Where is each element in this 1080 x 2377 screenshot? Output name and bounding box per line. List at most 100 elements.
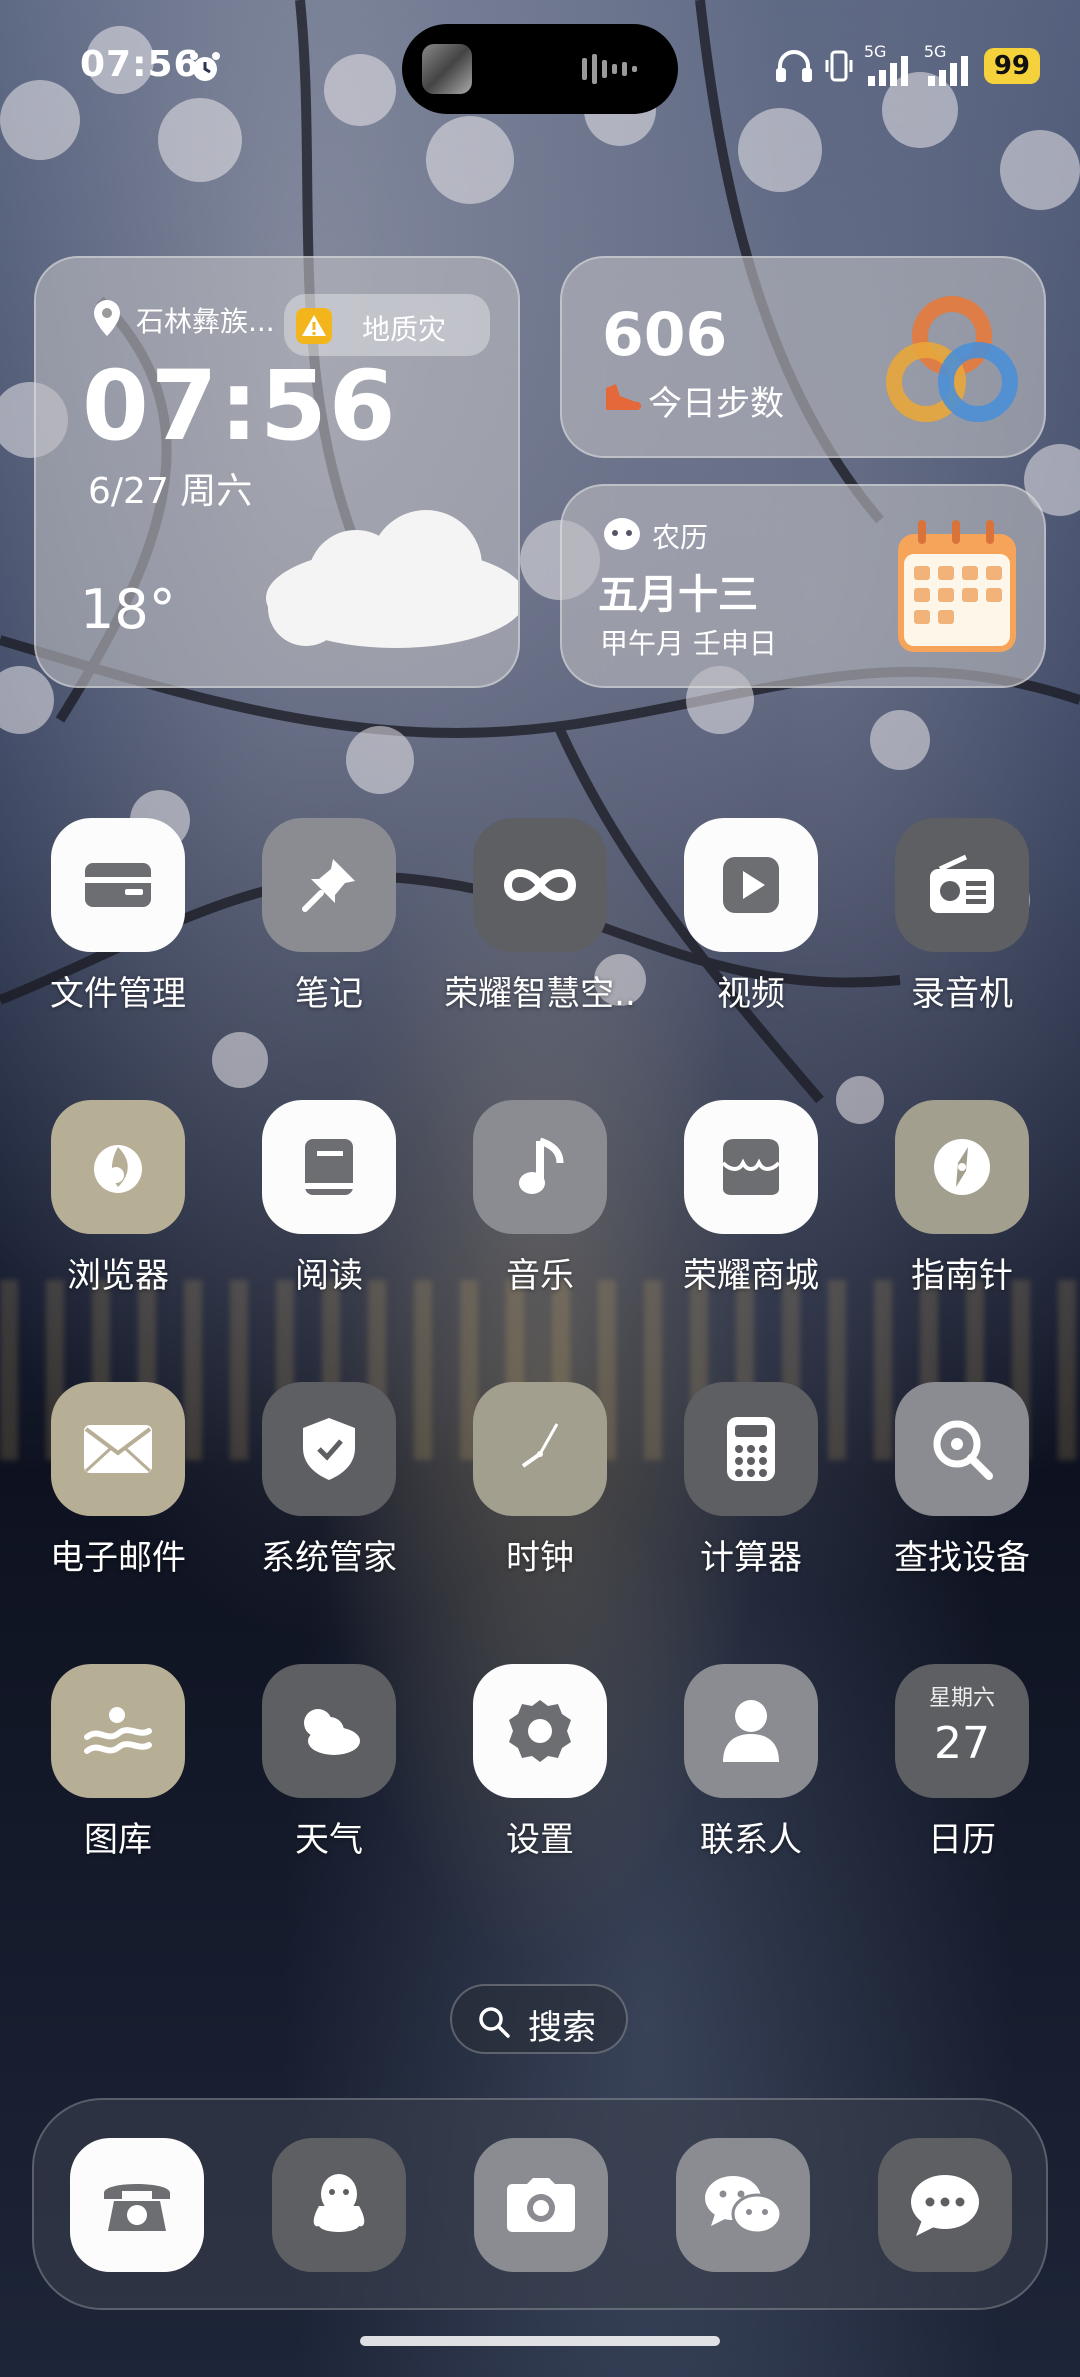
status-bar: 07:56 5G 5G 99 — [0, 0, 1080, 130]
compass-icon — [895, 1100, 1029, 1234]
app-video[interactable]: 视频 — [651, 818, 851, 1015]
search-icon — [479, 2007, 510, 2038]
signal-1: 5G — [864, 42, 914, 86]
calculator-icon — [684, 1382, 818, 1516]
calendar-icon: 星期六 27 — [895, 1664, 1029, 1798]
music-note-icon — [473, 1100, 607, 1234]
app-label: 查找设备 — [894, 1538, 1030, 1578]
infinity-icon — [473, 818, 607, 952]
app-label: 联系人 — [700, 1820, 802, 1860]
app-label: 荣耀智慧空.. — [444, 974, 636, 1014]
calendar-illustration-icon — [898, 520, 1016, 652]
pin-icon — [262, 818, 396, 952]
app-label: 音乐 — [506, 1256, 574, 1296]
lunar-calendar-widget[interactable]: 农历 五月十三 甲午月 壬申日 — [560, 484, 1046, 688]
app-label: 天气 — [295, 1820, 363, 1860]
activity-rings-icon — [886, 296, 1018, 422]
signal-bars-icon — [927, 56, 968, 86]
signal-2: 5G — [924, 42, 974, 86]
app-label: 时钟 — [506, 1538, 574, 1578]
alert-text: 地质灾 — [362, 313, 447, 346]
app-compass[interactable]: 指南针 — [862, 1100, 1062, 1297]
status-indicators: 5G 5G 99 — [774, 42, 1040, 86]
gallery-icon — [51, 1664, 185, 1798]
media-thumbnail — [422, 44, 472, 94]
widget-date: 6/27 周六 — [88, 471, 253, 512]
mail-icon — [51, 1382, 185, 1516]
search-label: 搜索 — [528, 2008, 596, 2048]
signal-bars-icon — [867, 56, 908, 86]
dock-messages[interactable] — [878, 2138, 1012, 2272]
app-label: 图库 — [84, 1820, 152, 1860]
message-bubble-icon — [911, 2175, 979, 2236]
calendar-day: 27 — [934, 1718, 990, 1769]
calendar-weekday: 星期六 — [928, 1686, 995, 1711]
browser-icon — [51, 1100, 185, 1234]
step-count: 606 — [602, 300, 728, 370]
app-label: 文件管理 — [50, 974, 186, 1014]
app-notes[interactable]: 笔记 — [229, 818, 429, 1015]
radio-icon — [895, 818, 1029, 952]
shield-check-icon — [262, 1382, 396, 1516]
folder-card-icon — [51, 818, 185, 952]
lunar-date: 五月十三 — [598, 572, 758, 618]
dock-camera[interactable] — [474, 2138, 608, 2272]
app-calendar[interactable]: 星期六 27 日历 — [862, 1664, 1062, 1861]
app-label: 设置 — [506, 1820, 574, 1860]
phone-icon — [104, 2184, 170, 2231]
clock-weather-widget[interactable]: 石林彝族... 地质灾 07:56 6/27 周六 18° — [34, 256, 520, 688]
app-find-device[interactable]: 查找设备 — [862, 1382, 1062, 1579]
warning-icon — [296, 308, 332, 344]
app-label: 浏览器 — [67, 1256, 169, 1296]
weather-cloud-icon — [262, 1664, 396, 1798]
dock-qq[interactable] — [272, 2138, 406, 2272]
dynamic-island[interactable] — [402, 24, 678, 114]
geo-hazard-alert[interactable]: 地质灾 — [284, 294, 490, 356]
app-honor-space[interactable]: 荣耀智慧空.. — [440, 818, 640, 1015]
vibrate-bluetooth-icon — [825, 50, 853, 82]
app-settings[interactable]: 设置 — [440, 1664, 640, 1861]
app-label: 指南针 — [911, 1256, 1013, 1296]
app-label: 笔记 — [295, 974, 363, 1014]
app-file-manager[interactable]: 文件管理 — [18, 818, 218, 1015]
app-label: 视频 — [717, 974, 785, 1014]
book-icon — [262, 1100, 396, 1234]
app-clock[interactable]: 时钟 — [440, 1382, 640, 1579]
search-button[interactable]: 搜索 — [450, 1984, 628, 2054]
wechat-icon — [705, 2176, 783, 2235]
app-gallery[interactable]: 图库 — [18, 1664, 218, 1861]
penguin-icon — [313, 2174, 365, 2232]
location-label: 石林彝族... — [136, 305, 275, 338]
app-system-manager[interactable]: 系统管家 — [229, 1382, 429, 1579]
cloud-icon — [266, 510, 518, 648]
app-honor-store[interactable]: 荣耀商城 — [651, 1100, 851, 1297]
app-music[interactable]: 音乐 — [440, 1100, 640, 1297]
app-weather[interactable]: 天气 — [229, 1664, 429, 1861]
lunar-ganzhi: 甲午月 壬申日 — [600, 627, 777, 660]
find-device-icon — [895, 1382, 1029, 1516]
app-label: 日历 — [928, 1820, 996, 1860]
alarm-clock-icon — [190, 52, 220, 81]
gear-icon — [473, 1664, 607, 1798]
app-label: 系统管家 — [261, 1538, 397, 1578]
store-icon — [684, 1100, 818, 1234]
lunar-label: 农历 — [652, 521, 709, 554]
dock — [32, 2098, 1048, 2310]
audio-wave-icon — [582, 54, 637, 84]
camera-icon — [507, 2178, 575, 2232]
steps-widget[interactable]: 606 今日步数 — [560, 256, 1046, 458]
app-browser[interactable]: 浏览器 — [18, 1100, 218, 1297]
ghost-icon — [604, 518, 640, 550]
app-recorder[interactable]: 录音机 — [862, 818, 1062, 1015]
app-contacts[interactable]: 联系人 — [651, 1664, 851, 1861]
app-calculator[interactable]: 计算器 — [651, 1382, 851, 1579]
contact-icon — [684, 1664, 818, 1798]
widget-time: 07:56 — [82, 350, 398, 462]
dock-phone[interactable] — [70, 2138, 204, 2272]
app-email[interactable]: 电子邮件 — [18, 1382, 218, 1579]
status-time: 07:56 — [80, 44, 200, 85]
app-reading[interactable]: 阅读 — [229, 1100, 429, 1297]
steps-label: 今日步数 — [648, 384, 784, 424]
dock-wechat[interactable] — [676, 2138, 810, 2272]
home-indicator[interactable] — [360, 2336, 720, 2346]
